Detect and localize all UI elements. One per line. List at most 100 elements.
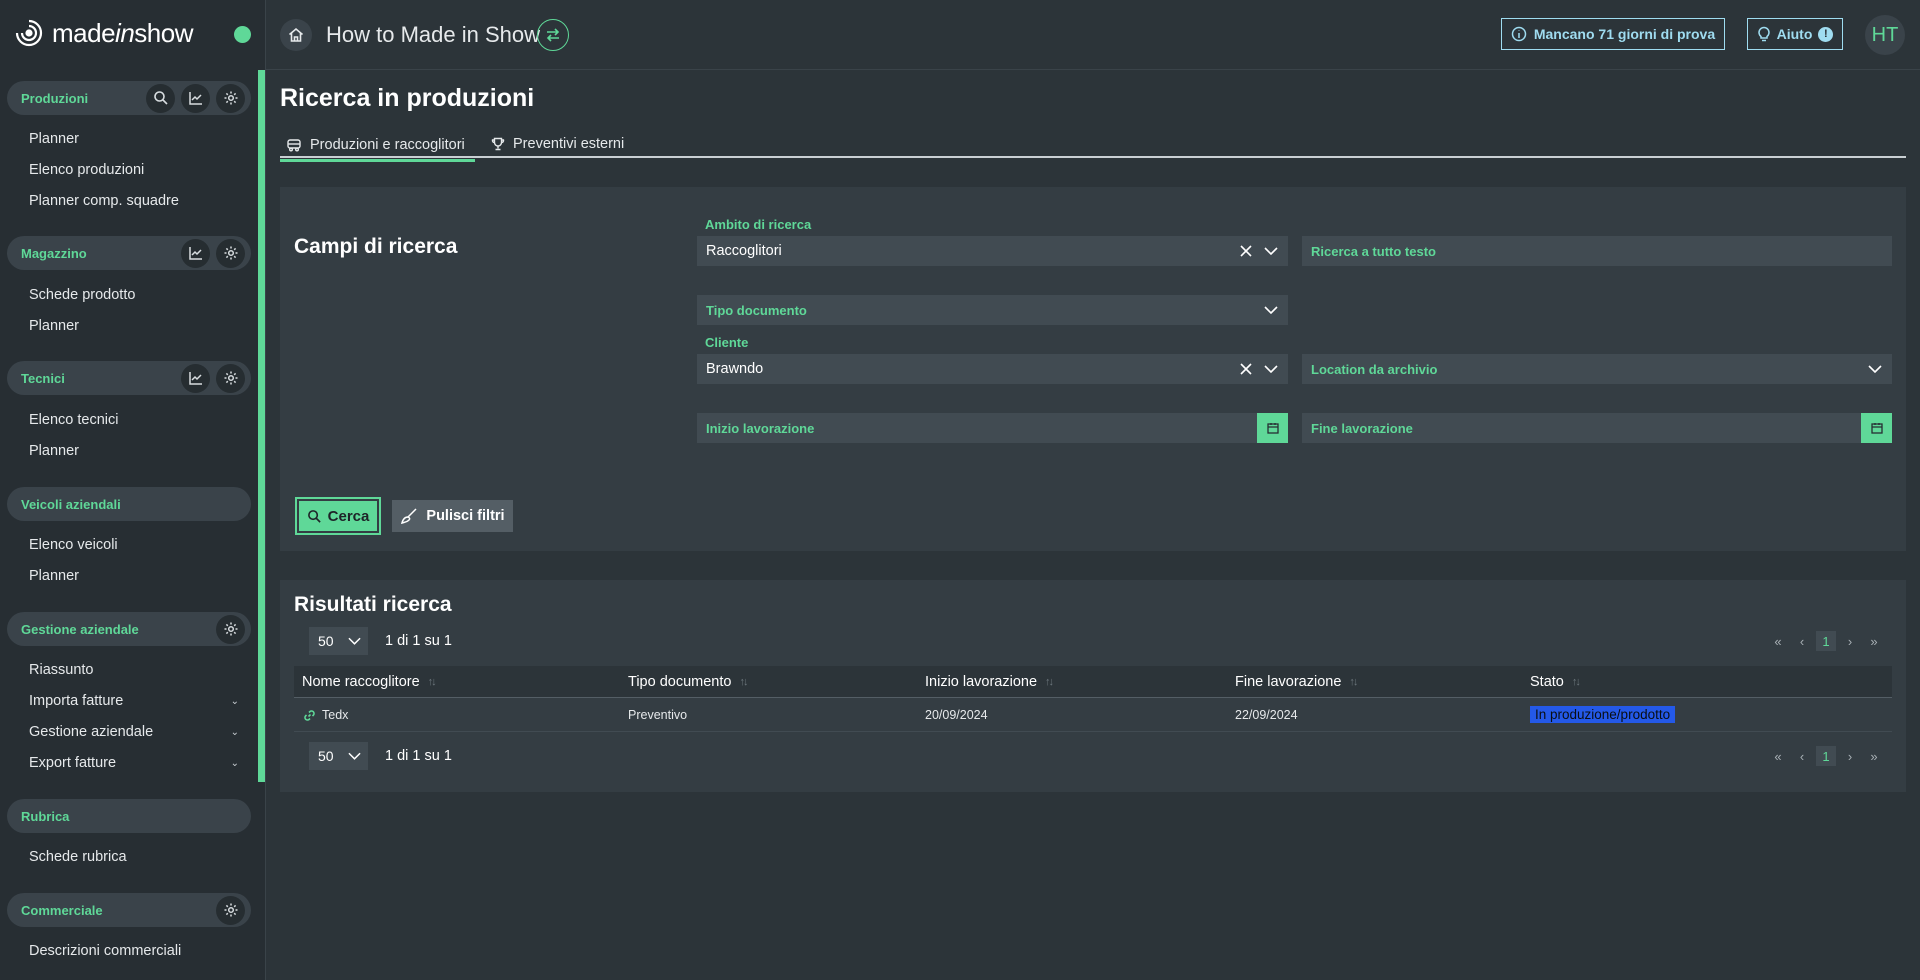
current-page[interactable]: 1 [1816, 746, 1836, 766]
chart-trend-icon[interactable] [181, 83, 210, 113]
ambito-label: Ambito di ricerca [705, 217, 812, 232]
sidebar-section-veicoli-aziendali[interactable]: Veicoli aziendali [7, 487, 251, 521]
sidebar-item-planner[interactable]: Planner [29, 566, 239, 586]
sort-icon[interactable]: ↑↓ [1349, 676, 1358, 688]
fine-lavorazione-input[interactable]: Fine lavorazione [1302, 413, 1892, 443]
sidebar-item-schede-rubrica[interactable]: Schede rubrica [29, 847, 239, 867]
clear-icon[interactable] [1240, 363, 1252, 375]
current-page[interactable]: 1 [1816, 631, 1836, 651]
search-panel: Campi di ricerca Ambito di ricerca Racco… [280, 187, 1906, 551]
gear-icon[interactable] [216, 83, 245, 113]
first-page-icon[interactable]: « [1766, 634, 1790, 649]
trial-days-button[interactable]: Mancano 71 giorni di prova [1501, 18, 1725, 50]
gear-icon[interactable] [216, 895, 245, 925]
sidebar-item-descrizioni-commerciali[interactable]: Descrizioni commerciali [29, 941, 239, 961]
avatar[interactable]: HT [1865, 15, 1905, 55]
chevron-down-icon[interactable] [1264, 365, 1278, 373]
per-page-select-bottom[interactable]: 50 [309, 742, 368, 770]
sidebar-item-elenco-tecnici[interactable]: Elenco tecnici [29, 410, 239, 430]
search-icon[interactable] [146, 83, 175, 113]
sidebar-section-tecnici[interactable]: Tecnici [7, 361, 251, 395]
section-title: Tecnici [21, 370, 65, 386]
cliente-select[interactable]: Brawndo [697, 354, 1288, 384]
sidebar-section-gestione-aziendale[interactable]: Gestione aziendale [7, 612, 251, 646]
section-title: Produzioni [21, 90, 89, 106]
col-tipo-documento[interactable]: Tipo documento ↑↓ [628, 674, 748, 690]
sidebar-item-elenco-produzioni[interactable]: Elenco produzioni [29, 160, 239, 180]
chevron-down-icon[interactable] [1868, 365, 1882, 373]
chart-trend-icon[interactable] [181, 238, 210, 268]
tab-preventivi-esterni[interactable]: Preventivi esterni [485, 130, 630, 158]
sidebar-section-produzioni[interactable]: Produzioni [7, 81, 251, 115]
clear-filters-button[interactable]: Pulisci filtri [392, 500, 513, 532]
sort-icon[interactable]: ↑↓ [1045, 676, 1054, 688]
sidebar-item-elenco-veicoli[interactable]: Elenco veicoli [29, 535, 239, 555]
sidebar-item-planner[interactable]: Planner [29, 316, 239, 336]
tipo-documento-placeholder: Tipo documento [706, 302, 807, 318]
sidebar-item-gestione-aziendale[interactable]: Gestione aziendale ⌄ [29, 722, 239, 742]
sidebar-item-riassunto[interactable]: Riassunto [29, 660, 239, 680]
table-row[interactable]: Tedx Preventivo 20/09/2024 22/09/2024 In… [294, 698, 1892, 732]
home-icon [288, 27, 304, 42]
chevron-down-icon[interactable]: ⌄ [231, 727, 239, 738]
chevron-down-icon [347, 637, 361, 645]
col-stato[interactable]: Stato ↑↓ [1530, 674, 1581, 690]
fulltext-search-input[interactable]: Ricerca a tutto testo [1302, 236, 1892, 266]
lightbulb-icon [1757, 26, 1770, 42]
tab-produzioni-e-raccoglitori[interactable]: Produzioni e raccoglitori [280, 130, 475, 162]
sidebar-section-magazzino[interactable]: Magazzino [7, 236, 251, 270]
gear-icon[interactable] [216, 238, 245, 268]
link-icon[interactable] [303, 709, 316, 722]
page-title: Ricerca in produzioni [280, 84, 535, 112]
first-page-icon[interactable]: « [1766, 749, 1790, 764]
sidebar-item-planner[interactable]: Planner [29, 441, 239, 461]
sidebar-item-importa-fatture[interactable]: Importa fatture ⌄ [29, 691, 239, 711]
sidebar-item-planner-comp-squadre[interactable]: Planner comp. squadre [29, 191, 239, 211]
cell-inizio: 20/09/2024 [925, 708, 988, 722]
col-fine-lavorazione[interactable]: Fine lavorazione ↑↓ [1235, 674, 1358, 690]
brand-logo[interactable]: madeinshow [14, 16, 193, 50]
chevron-down-icon[interactable]: ⌄ [231, 758, 239, 769]
next-page-icon[interactable]: › [1838, 749, 1862, 764]
sidebar-scroll-indicator[interactable] [258, 70, 265, 782]
ambito-select[interactable]: Raccoglitori [697, 236, 1288, 266]
help-button[interactable]: Aiuto ! [1747, 18, 1843, 50]
calendar-icon[interactable] [1861, 413, 1892, 443]
sort-icon[interactable]: ↑↓ [739, 676, 748, 688]
location-placeholder: Location da archivio [1311, 361, 1438, 377]
per-page-select[interactable]: 50 [309, 627, 368, 655]
chart-trend-icon[interactable] [181, 363, 210, 393]
trial-label: Mancano 71 giorni di prova [1533, 26, 1716, 42]
chevron-down-icon[interactable] [1264, 247, 1278, 255]
location-select[interactable]: Location da archivio [1302, 354, 1892, 384]
next-page-icon[interactable]: › [1838, 634, 1862, 649]
last-page-icon[interactable]: » [1862, 634, 1886, 649]
prev-page-icon[interactable]: ‹ [1790, 634, 1814, 649]
inizio-lavorazione-input[interactable]: Inizio lavorazione [697, 413, 1288, 443]
prev-page-icon[interactable]: ‹ [1790, 749, 1814, 764]
home-button[interactable] [280, 19, 312, 51]
gear-icon[interactable] [216, 363, 245, 393]
sidebar-item-schede-prodotto[interactable]: Schede prodotto [29, 285, 239, 305]
clear-icon[interactable] [1240, 245, 1252, 257]
sort-icon[interactable]: ↑↓ [1572, 676, 1581, 688]
sidebar-item-export-fatture[interactable]: Export fatture ⌄ [29, 753, 239, 773]
sort-icon[interactable]: ↑↓ [428, 676, 437, 688]
chevron-down-icon [347, 752, 361, 760]
search-button[interactable]: Cerca [295, 497, 381, 535]
chevron-down-icon[interactable]: ⌄ [231, 696, 239, 707]
sidebar-section-commerciale[interactable]: Commerciale [7, 893, 251, 927]
sidebar-item-planner[interactable]: Planner [29, 129, 239, 149]
cell-nome[interactable]: Tedx [303, 708, 348, 722]
gear-icon[interactable] [216, 614, 245, 644]
sidebar-section-rubrica[interactable]: Rubrica [7, 799, 251, 833]
col-nome-raccoglitore[interactable]: Nome raccoglitore ↑↓ [302, 674, 437, 690]
trophy-icon [491, 137, 505, 151]
calendar-icon[interactable] [1257, 413, 1288, 443]
chevron-down-icon[interactable] [1264, 306, 1278, 314]
col-inizio-lavorazione[interactable]: Inizio lavorazione ↑↓ [925, 674, 1054, 690]
last-page-icon[interactable]: » [1862, 749, 1886, 764]
switch-workspace-button[interactable] [537, 19, 569, 51]
broom-icon [401, 508, 417, 524]
tipo-documento-select[interactable]: Tipo documento [697, 295, 1288, 325]
